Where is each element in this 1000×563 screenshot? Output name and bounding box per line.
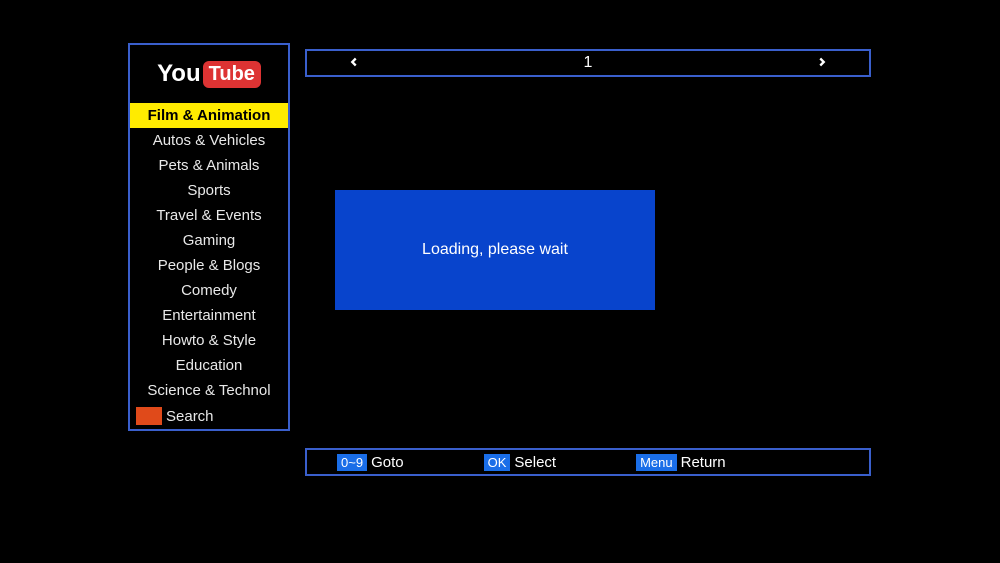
prev-page-button[interactable] xyxy=(347,53,361,74)
category-list: Film & Animation Autos & Vehicles Pets &… xyxy=(130,103,288,429)
category-entertainment[interactable]: Entertainment xyxy=(130,303,288,328)
category-film-animation[interactable]: Film & Animation xyxy=(130,103,288,128)
category-gaming[interactable]: Gaming xyxy=(130,228,288,253)
sidebar-search[interactable]: Search xyxy=(130,403,288,429)
category-science-technology[interactable]: Science & Technol xyxy=(130,378,288,403)
category-autos-vehicles[interactable]: Autos & Vehicles xyxy=(130,128,288,153)
loading-modal: Loading, please wait xyxy=(335,190,655,310)
logo-you: You xyxy=(157,60,201,88)
footer-hints-bar: 0~9 Goto OK Select Menu Return xyxy=(305,448,871,476)
category-howto-style[interactable]: Howto & Style xyxy=(130,328,288,353)
chevron-left-icon xyxy=(347,55,361,69)
search-color-indicator xyxy=(136,407,162,425)
footer-return: Menu Return xyxy=(636,454,726,471)
goto-label: Goto xyxy=(371,454,404,471)
category-sports[interactable]: Sports xyxy=(130,178,288,203)
goto-key-badge: 0~9 xyxy=(337,454,367,471)
return-key-badge: Menu xyxy=(636,454,677,471)
select-label: Select xyxy=(514,454,556,471)
category-education[interactable]: Education xyxy=(130,353,288,378)
select-key-badge: OK xyxy=(484,454,511,471)
youtube-logo: You Tube xyxy=(157,60,261,88)
return-label: Return xyxy=(681,454,726,471)
sidebar: You Tube Film & Animation Autos & Vehicl… xyxy=(128,43,290,431)
chevron-right-icon xyxy=(815,55,829,69)
footer-goto: 0~9 Goto xyxy=(337,454,404,471)
pagination-bar: 1 xyxy=(305,49,871,77)
footer-select: OK Select xyxy=(484,454,557,471)
page-number: 1 xyxy=(584,54,593,72)
loading-message: Loading, please wait xyxy=(422,241,568,259)
next-page-button[interactable] xyxy=(815,53,829,74)
logo-tube: Tube xyxy=(203,61,261,88)
category-travel-events[interactable]: Travel & Events xyxy=(130,203,288,228)
category-comedy[interactable]: Comedy xyxy=(130,278,288,303)
category-pets-animals[interactable]: Pets & Animals xyxy=(130,153,288,178)
search-label: Search xyxy=(166,408,214,425)
category-people-blogs[interactable]: People & Blogs xyxy=(130,253,288,278)
youtube-logo-box: You Tube xyxy=(130,45,288,103)
